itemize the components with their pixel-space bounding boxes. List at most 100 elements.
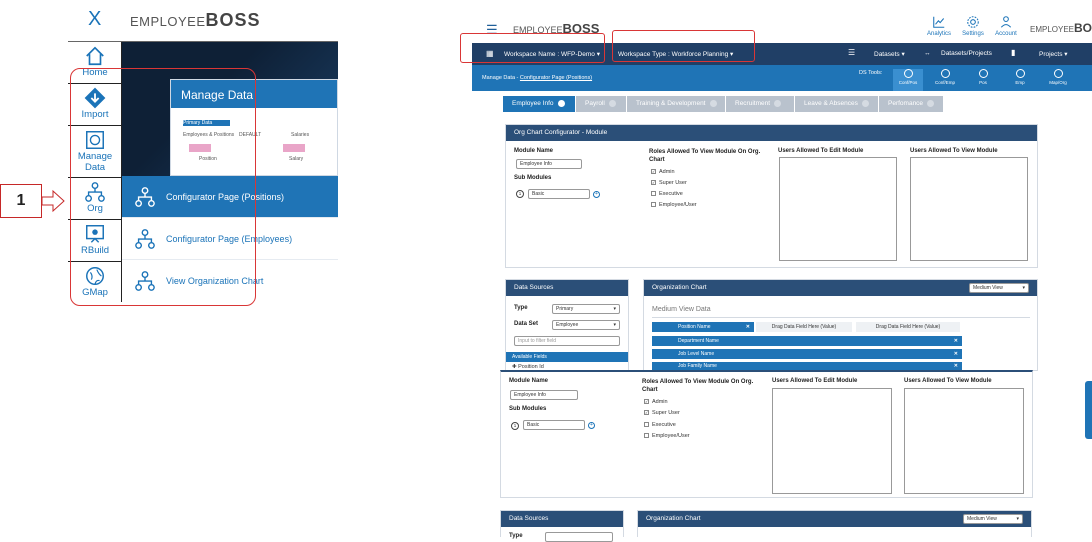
- tab-close-icon[interactable]: [608, 99, 616, 107]
- role-employee-user[interactable]: Employee/User: [651, 202, 697, 208]
- add-sub-module-icon[interactable]: +: [593, 191, 600, 198]
- users-edit-list[interactable]: [779, 157, 897, 261]
- field-label: Department Name: [678, 338, 719, 344]
- job-level-field[interactable]: Job Level Name ✕: [652, 349, 962, 359]
- tab-close-icon[interactable]: [927, 99, 935, 107]
- analytics-label: Analytics: [926, 31, 951, 37]
- remove-icon[interactable]: ✕: [954, 362, 958, 370]
- tab-leave[interactable]: Leave & Absences: [795, 96, 878, 112]
- position-name-field[interactable]: Position Name ✕: [652, 322, 754, 332]
- analytics-button[interactable]: Analytics: [926, 15, 952, 37]
- checkbox-icon[interactable]: [651, 202, 656, 208]
- checkbox-icon[interactable]: [644, 422, 649, 428]
- ds-tool-conf-emp[interactable]: Conf/Emp: [930, 69, 960, 85]
- sub-module-input[interactable]: Basic: [528, 189, 590, 199]
- tab-recruitment[interactable]: Recruitment: [726, 96, 794, 112]
- tab-close-icon[interactable]: [709, 99, 717, 107]
- remove-icon[interactable]: ✕: [954, 336, 958, 346]
- checkbox-icon[interactable]: [651, 191, 656, 197]
- datasets-projects-link[interactable]: Datasets/Projects: [941, 50, 992, 57]
- breadcrumb-root[interactable]: Manage Data: [482, 75, 515, 81]
- dataset-label: Data Set: [514, 321, 539, 327]
- tab-employee-info[interactable]: Employee Info: [503, 96, 575, 112]
- user-icon: [1000, 16, 1012, 28]
- tab-performance[interactable]: Perfomance: [879, 96, 943, 112]
- projects-label: Projects: [1039, 51, 1063, 58]
- ds-tool-map-org[interactable]: Map/Org: [1043, 69, 1073, 85]
- side-drawer-tab[interactable]: [1085, 381, 1092, 439]
- role-label: Employee/User: [652, 433, 690, 439]
- users-edit-label: Users Allowed To Edit Module: [778, 148, 864, 154]
- breadcrumb-current[interactable]: Configurator Page (Positions): [520, 75, 592, 81]
- tab-payroll[interactable]: Payroll: [576, 96, 626, 112]
- role-admin[interactable]: ✓ Admin: [651, 169, 675, 175]
- module-tabs: Employee Info Payroll Training & Develop…: [503, 96, 943, 112]
- tool-icon: [1015, 69, 1025, 78]
- checkbox-icon[interactable]: [644, 433, 649, 439]
- role-label: Executive: [652, 422, 676, 428]
- tab-close-icon[interactable]: [774, 99, 782, 107]
- drop-zone[interactable]: Drag Data Field Here (Value): [756, 322, 852, 332]
- checkbox-checked-icon[interactable]: ✓: [651, 180, 656, 186]
- datasets-dropdown[interactable]: Datasets ▾: [874, 50, 905, 58]
- remove-icon[interactable]: ✕: [746, 322, 750, 332]
- tab-close-icon[interactable]: [861, 99, 869, 107]
- checkbox-checked-icon[interactable]: ✓: [651, 169, 656, 175]
- org-chart-panel-lower: Organization Chart Medium View ▾: [637, 510, 1032, 537]
- add-sub-module-icon[interactable]: +: [588, 422, 595, 429]
- logo-prefix: EMPLOYEE: [130, 14, 206, 29]
- close-icon[interactable]: X: [88, 8, 101, 31]
- checkbox-checked-icon[interactable]: ✓: [644, 410, 649, 416]
- dataset-select[interactable]: Employee ▾: [552, 320, 620, 330]
- tab-label: Payroll: [585, 100, 605, 107]
- drop-zone[interactable]: Drag Data Field Here (Value): [856, 322, 960, 332]
- type-select[interactable]: [545, 532, 613, 542]
- tool-icon: [978, 69, 988, 78]
- users-view-list[interactable]: [910, 157, 1028, 261]
- users-edit-list[interactable]: [772, 388, 892, 494]
- view-select[interactable]: Medium View ▾: [969, 283, 1029, 293]
- field-label: Job Level Name: [678, 351, 715, 357]
- account-button[interactable]: Account: [993, 15, 1019, 37]
- highlight-box: [612, 30, 755, 62]
- ds-tool-emp[interactable]: Emp: [1005, 69, 1035, 85]
- projects-dropdown[interactable]: Projects ▾: [1039, 50, 1068, 58]
- users-view-label: Users Allowed To View Module: [910, 148, 998, 154]
- dataset-value: Employee: [556, 322, 579, 328]
- role-executive[interactable]: Executive: [651, 191, 683, 197]
- account-label: Account: [995, 31, 1017, 37]
- tool-icon: [940, 69, 950, 78]
- view-select[interactable]: Medium View ▾: [963, 514, 1023, 524]
- field-label: Position Name: [678, 324, 711, 330]
- users-view-list[interactable]: [904, 388, 1024, 494]
- data-sources-title: Data Sources: [501, 511, 623, 527]
- role-executive[interactable]: Executive: [644, 422, 676, 428]
- analytics-icon: [933, 16, 945, 28]
- data-sources-title: Data Sources: [506, 280, 628, 296]
- remove-icon[interactable]: ✕: [954, 349, 958, 359]
- job-family-field[interactable]: Job Family Name ✕: [652, 362, 962, 370]
- module-name-value: Employee Info: [520, 161, 552, 167]
- module-name-select[interactable]: Employee Info: [516, 159, 582, 169]
- ds-tool-pos[interactable]: Pos: [968, 69, 998, 85]
- sub-module-input[interactable]: Basic: [523, 420, 585, 430]
- role-employee-user[interactable]: Employee/User: [644, 433, 690, 439]
- role-super-user[interactable]: ✓ Super User: [644, 410, 680, 416]
- role-admin[interactable]: ✓ Admin: [644, 399, 668, 405]
- filter-input[interactable]: Input to filter field: [514, 336, 620, 346]
- logo-main: BOSS: [205, 10, 261, 30]
- department-name-field[interactable]: Department Name ✕: [652, 336, 962, 346]
- role-super-user[interactable]: ✓ Super User: [651, 180, 687, 186]
- sub-module-value: Basic: [527, 422, 540, 428]
- ds-tool-conf-pos[interactable]: Conf/Pos: [893, 69, 923, 91]
- data-sources-panel-lower: Data Sources Type: [500, 510, 624, 542]
- card-salaries-label: Salaries: [291, 132, 310, 138]
- module-name-select[interactable]: Employee Info: [510, 390, 578, 400]
- configurator-panel: Org Chart Configurator - Module Module N…: [505, 124, 1038, 268]
- type-select[interactable]: Primary ▾: [552, 304, 620, 314]
- settings-button[interactable]: Settings: [960, 15, 986, 37]
- tab-close-icon[interactable]: [557, 99, 565, 107]
- checkbox-checked-icon[interactable]: ✓: [644, 399, 649, 405]
- role-label: Admin: [652, 399, 668, 405]
- tab-training[interactable]: Training & Development: [627, 96, 725, 112]
